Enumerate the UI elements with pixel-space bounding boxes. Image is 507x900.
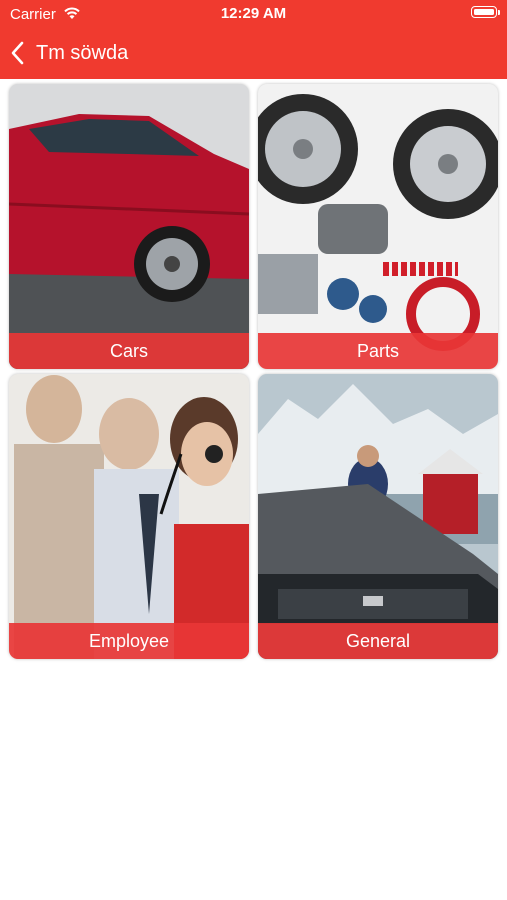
status-bar: Carrier 12:29 AM [0,0,507,28]
category-tile-employee[interactable]: Employee [9,374,249,659]
cars-image [9,84,249,369]
battery-icon [471,6,500,18]
chevron-left-icon [11,41,24,65]
category-label: Employee [9,623,249,659]
parts-image [258,84,498,369]
employee-image [9,374,249,659]
category-label: Parts [258,333,498,369]
status-time: 12:29 AM [220,5,287,22]
category-label: Cars [9,333,249,369]
navigation-bar: Tm söwda [0,28,507,79]
back-button[interactable]: Tm söwda [10,37,128,69]
page-title: Tm söwda [36,41,129,64]
top-bar: Carrier 12:29 AM Tm söwda [0,0,507,79]
category-label: General [258,623,498,659]
general-image [258,374,498,659]
category-tile-general[interactable]: General [258,374,498,659]
category-tile-cars[interactable]: Cars [9,84,249,369]
category-tile-parts[interactable]: Parts [258,84,498,369]
